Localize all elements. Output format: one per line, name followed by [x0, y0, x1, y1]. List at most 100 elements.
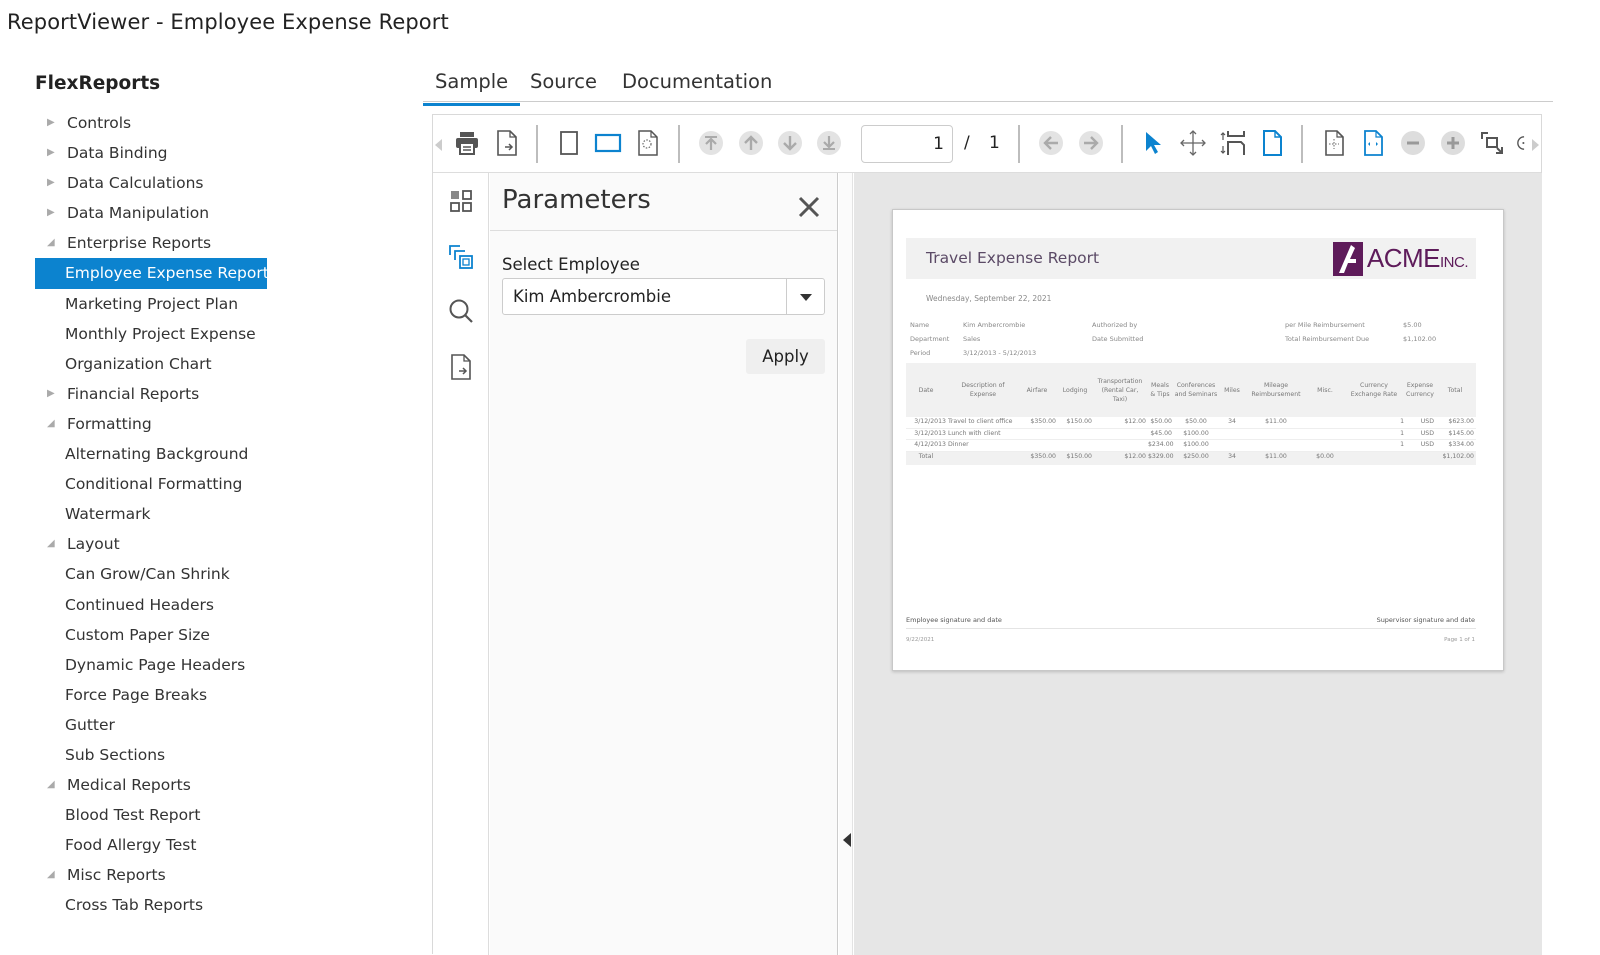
viewer-toolbar: 1 / 1 [433, 115, 1541, 173]
employee-select[interactable]: Kim Ambercrombie [502, 278, 825, 315]
search-button[interactable] [447, 297, 475, 325]
parameters-title: Parameters [502, 185, 651, 215]
continuous-view-button[interactable] [1219, 129, 1247, 157]
portrait-button[interactable] [555, 129, 583, 157]
collapsed-arrow-icon[interactable]: ▶ [47, 108, 59, 138]
sidebar-item-cross-tab-reports[interactable]: Cross Tab Reports [35, 890, 415, 920]
table-cell: 1 [1400, 429, 1404, 437]
table-cell: USD [1420, 429, 1434, 437]
collapsed-arrow-icon[interactable]: ▶ [47, 168, 59, 198]
toolbar-scroll-left-icon[interactable] [435, 139, 442, 151]
sidebar-item-misc-reports[interactable]: ◢ Misc Reports [35, 860, 415, 890]
sidebar-item-layout[interactable]: ◢ Layout [35, 529, 415, 559]
table-cell: 34 [1228, 452, 1236, 460]
single-page-button[interactable] [1258, 129, 1286, 157]
first-page-icon [699, 131, 723, 155]
sidebar-item-data-binding[interactable]: ▶ Data Binding [35, 138, 415, 168]
plus-icon [1441, 131, 1465, 155]
back-button[interactable] [1037, 129, 1065, 157]
report-viewer: 1 / 1 Parameters Select Employee Kim Amb… [432, 114, 1542, 955]
previous-page-button[interactable] [737, 129, 765, 157]
forward-button[interactable] [1077, 129, 1105, 157]
expanded-arrow-icon[interactable]: ◢ [47, 409, 59, 439]
sidebar-item-data-calculations[interactable]: ▶ Data Calculations [35, 168, 415, 198]
document-area[interactable]: Travel Expense Report ACMEINC. Wednesday… [854, 173, 1542, 955]
sidebar-item-label: Sub Sections [65, 745, 166, 764]
sidebar-item-dynamic-page-headers[interactable]: Dynamic Page Headers [35, 650, 415, 680]
sidebar-item-watermark[interactable]: Watermark [35, 499, 415, 529]
sidebar-item-food-allergy-test[interactable]: Food Allergy Test [35, 830, 415, 860]
tab-documentation[interactable]: Documentation [622, 70, 772, 102]
sidebar-item-employee-expense-report[interactable]: Employee Expense Report [35, 258, 269, 289]
select-tool-button[interactable] [1139, 129, 1167, 157]
export-panel-button[interactable] [447, 353, 475, 381]
sidebar-item-can-grow-can-shrink[interactable]: Can Grow/Can Shrink [35, 559, 415, 589]
toolbar-separator [1301, 125, 1303, 163]
period-label: Period [910, 349, 931, 357]
print-button[interactable] [453, 129, 481, 157]
tab-source[interactable]: Source [530, 70, 597, 102]
table-cell: 3/12/2013 [914, 418, 946, 425]
expanded-arrow-icon[interactable]: ◢ [47, 770, 59, 800]
thumbnails-button[interactable] [447, 187, 475, 215]
fit-whole-page-button[interactable] [1320, 129, 1348, 157]
fit-page-width-button[interactable] [1359, 129, 1387, 157]
sidebar-item-data-manipulation[interactable]: ▶ Data Manipulation [35, 198, 415, 228]
sidebar-item-alternating-background[interactable]: Alternating Background [35, 439, 415, 469]
toolbar-scroll-right-icon[interactable] [1532, 139, 1539, 151]
logo-text: ACME [1366, 243, 1441, 273]
move-tool-button[interactable] [1179, 129, 1207, 157]
collapsed-arrow-icon[interactable]: ▶ [47, 379, 59, 409]
last-page-button[interactable] [815, 129, 843, 157]
column-header: Misc. [1317, 386, 1333, 394]
dropdown-toggle[interactable] [786, 279, 824, 314]
sidebar-item-organization-chart[interactable]: Organization Chart [35, 349, 415, 379]
sidebar-item-enterprise-reports[interactable]: ◢ Enterprise Reports [35, 228, 415, 258]
total-due-label: Total Reimbursement Due [1285, 335, 1370, 343]
rotate-button[interactable] [1513, 129, 1531, 157]
sidebar-item-controls[interactable]: ▶ Controls [35, 108, 415, 138]
sidebar-item-blood-test-report[interactable]: Blood Test Report [35, 800, 415, 830]
sidebar-item-marketing-project-plan[interactable]: Marketing Project Plan [35, 289, 415, 319]
zoom-out-button[interactable] [1399, 129, 1427, 157]
sidebar-item-continued-headers[interactable]: Continued Headers [35, 590, 415, 620]
sidebar-item-label: Cross Tab Reports [65, 896, 204, 915]
tab-bar: Sample Source Documentation [423, 68, 1553, 106]
sidebar-item-medical-reports[interactable]: ◢ Medical Reports [35, 770, 415, 800]
sidebar-item-gutter[interactable]: Gutter [35, 710, 415, 740]
panel-splitter[interactable] [839, 173, 853, 955]
sidebar-item-label: Data Manipulation [67, 204, 210, 223]
sidebar-item-sub-sections[interactable]: Sub Sections [35, 740, 415, 770]
close-parameters-button[interactable] [797, 195, 821, 219]
expanded-arrow-icon[interactable]: ◢ [47, 529, 59, 559]
sidebar-item-conditional-formatting[interactable]: Conditional Formatting [35, 469, 415, 499]
sidebar-item-financial-reports[interactable]: ▶ Financial Reports [35, 379, 415, 409]
collapse-panel-icon[interactable] [843, 833, 851, 847]
parameters-button[interactable] [447, 243, 475, 271]
collapsed-arrow-icon[interactable]: ▶ [47, 138, 59, 168]
supervisor-signature: Supervisor signature and date [1376, 616, 1475, 624]
page-setup-button[interactable] [634, 129, 662, 157]
sidebar-item-formatting[interactable]: ◢ Formatting [35, 409, 415, 439]
table-row: 3/12/2013 Travel to client office $350.00 $… [906, 417, 1476, 429]
sidebar-item-custom-paper-size[interactable]: Custom Paper Size [35, 620, 415, 650]
sidebar-item-force-page-breaks[interactable]: Force Page Breaks [35, 680, 415, 710]
first-page-button[interactable] [697, 129, 725, 157]
per-mile-value: $5.00 [1403, 321, 1422, 329]
tab-sample[interactable]: Sample [423, 70, 521, 106]
expanded-arrow-icon[interactable]: ◢ [47, 860, 59, 890]
landscape-button[interactable] [594, 129, 622, 157]
rotate-icon [1517, 136, 1525, 150]
minus-icon [1401, 131, 1425, 155]
apply-button[interactable]: Apply [746, 339, 825, 374]
next-page-button[interactable] [776, 129, 804, 157]
fullscreen-button[interactable] [1478, 129, 1506, 157]
table-cell: 3/12/2013 [914, 429, 946, 437]
export-button[interactable] [493, 129, 521, 157]
expanded-arrow-icon[interactable]: ◢ [47, 228, 59, 258]
sidebar-item-monthly-project-expense[interactable]: Monthly Project Expense [35, 319, 415, 349]
page-number-input[interactable]: 1 [861, 125, 953, 163]
table-cell: $50.00 [1150, 418, 1172, 425]
zoom-in-button[interactable] [1439, 129, 1467, 157]
collapsed-arrow-icon[interactable]: ▶ [47, 198, 59, 228]
